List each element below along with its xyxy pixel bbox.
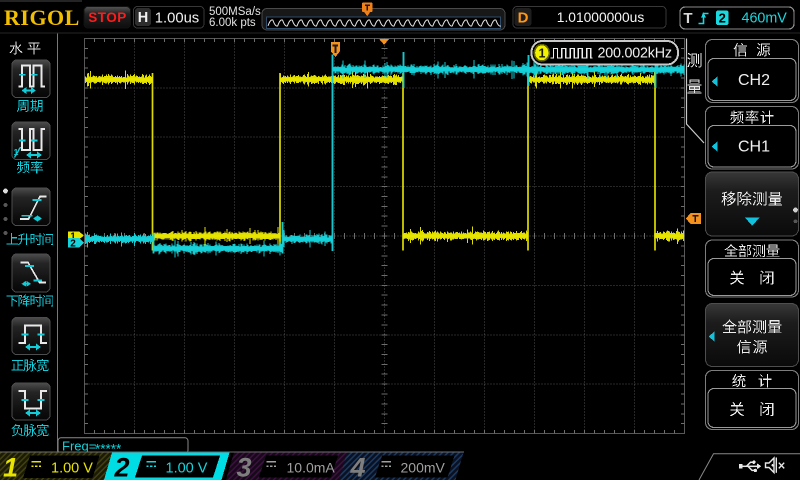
svg-text:1.00 V: 1.00 V xyxy=(51,461,93,477)
svg-text:RIGOL: RIGOL xyxy=(4,5,80,30)
svg-text:200.002kHz: 200.002kHz xyxy=(598,46,672,62)
svg-text:200mV: 200mV xyxy=(401,460,446,476)
svg-text:1.00us: 1.00us xyxy=(155,10,199,26)
svg-text:2: 2 xyxy=(114,453,130,480)
svg-text:1.00 V: 1.00 V xyxy=(166,461,208,477)
svg-text:6.00k pts: 6.00k pts xyxy=(209,17,256,29)
svg-text:Freq=: Freq= xyxy=(62,438,96,453)
svg-text:3: 3 xyxy=(237,453,252,480)
svg-text:2: 2 xyxy=(719,11,726,26)
svg-text:H: H xyxy=(138,10,148,26)
svg-text:CH1: CH1 xyxy=(738,139,770,156)
svg-text:4: 4 xyxy=(350,453,366,480)
svg-text:D: D xyxy=(518,10,529,27)
svg-text:10.0mA: 10.0mA xyxy=(287,460,336,476)
svg-text:CH2: CH2 xyxy=(738,72,770,89)
svg-text:2: 2 xyxy=(70,239,76,250)
svg-text:1.01000000us: 1.01000000us xyxy=(557,10,645,25)
svg-text:STOP: STOP xyxy=(88,10,127,25)
svg-text:460mV: 460mV xyxy=(742,10,788,26)
svg-text:1: 1 xyxy=(539,46,546,60)
svg-text:T: T xyxy=(683,10,692,27)
svg-text:1: 1 xyxy=(3,453,18,480)
